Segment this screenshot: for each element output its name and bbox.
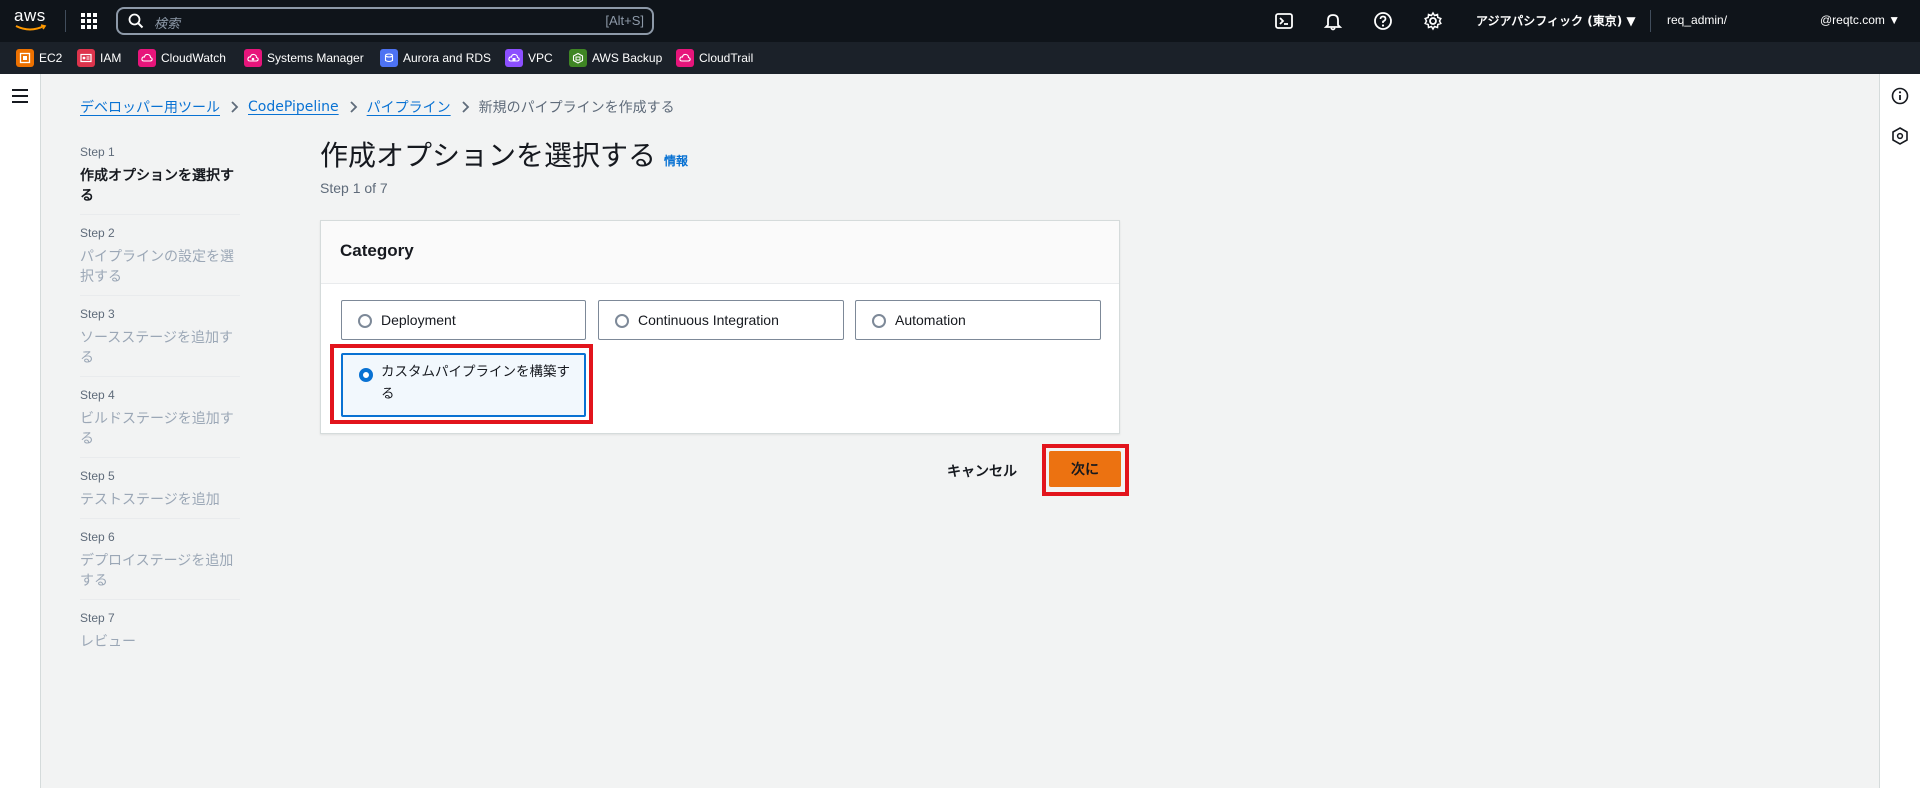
favorite-aws-backup[interactable]: AWS Backup — [569, 49, 662, 67]
aws-logo-text: aws — [14, 6, 46, 25]
user-menu[interactable]: req_admin/ — [1667, 13, 1727, 27]
wizard-step: Step 3 ソースステージを追加する — [80, 307, 240, 377]
help-icon[interactable] — [1373, 11, 1393, 31]
cloudtrail-icon — [676, 49, 694, 67]
tools-rail — [1879, 74, 1920, 788]
radio-button[interactable] — [615, 314, 629, 328]
option-label: Continuous Integration — [638, 312, 779, 328]
region-selector[interactable]: アジアパシフィック (東京) ▼ — [1476, 12, 1636, 29]
step-title: テストステージを追加 — [80, 492, 220, 508]
info-panel-icon[interactable] — [1891, 87, 1909, 105]
search-input[interactable]: 検索 — [154, 13, 180, 32]
step-title: デプロイステージを追加する — [80, 553, 234, 589]
favorite-vpc[interactable]: VPC — [505, 49, 553, 67]
wizard-step: Step 7 レビュー — [80, 611, 240, 660]
iam-icon — [77, 49, 95, 67]
favorites-bar: EC2 IAM CloudWatch Systems Manager Auror… — [0, 42, 1920, 74]
step-title: ソースステージを追加する — [80, 330, 234, 366]
hexagon-settings-icon[interactable] — [1892, 127, 1908, 145]
option-continuous-integration[interactable]: Continuous Integration — [598, 300, 844, 340]
aws-logo[interactable]: aws — [14, 6, 50, 34]
wizard-step: Step 6 デプロイステージを追加する — [80, 530, 240, 600]
wizard-steps: Step 1 作成オプションを選択する Step 2 パイプラインの設定を選択す… — [80, 145, 240, 671]
top-navigation: aws 検索 [Alt+S] アジアパシフィック (東京) ▼ req_admi… — [0, 0, 1920, 42]
vpc-icon — [505, 49, 523, 67]
option-deployment[interactable]: Deployment — [341, 300, 586, 340]
favorite-systems-manager[interactable]: Systems Manager — [244, 49, 364, 67]
favorite-label: IAM — [100, 51, 122, 65]
wizard-step: Step 4 ビルドステージを追加する — [80, 388, 240, 458]
info-link[interactable]: 情報 — [664, 152, 688, 169]
favorite-iam[interactable]: IAM — [77, 49, 121, 67]
breadcrumb-pipelines[interactable]: パイプライン — [367, 97, 451, 117]
step-number: Step 1 — [80, 145, 115, 159]
step-title: レビュー — [80, 634, 136, 650]
option-label: Automation — [895, 312, 966, 328]
step-number: Step 6 — [80, 530, 115, 544]
aws-smile-icon — [15, 24, 47, 31]
breadcrumb-current: 新規のパイプラインを作成する — [478, 100, 675, 116]
chevron-right-icon — [220, 101, 248, 113]
search-shortcut: [Alt+S] — [605, 13, 644, 28]
step-title: パイプラインの設定を選択する — [80, 249, 234, 285]
breadcrumb: デベロッパー用ツール CodePipeline パイプライン 新規のパイプライン… — [80, 97, 675, 117]
backup-icon — [569, 49, 587, 67]
favorite-label: AWS Backup — [592, 51, 663, 65]
radio-button[interactable] — [358, 314, 372, 328]
favorite-label: CloudWatch — [161, 51, 226, 65]
wizard-step: Step 1 作成オプションを選択する — [80, 145, 240, 215]
option-automation[interactable]: Automation — [855, 300, 1101, 340]
account-menu[interactable]: @reqtc.com ▼ — [1820, 13, 1900, 27]
favorite-cloudtrail[interactable]: CloudTrail — [676, 49, 753, 67]
step-title: 作成オプションを選択する — [80, 168, 234, 204]
ec2-icon — [16, 49, 34, 67]
favorite-label: VPC — [528, 51, 553, 65]
menu-icon[interactable] — [12, 89, 28, 103]
page-title: 作成オプションを選択する — [320, 139, 657, 172]
favorite-label: Aurora and RDS — [403, 51, 492, 65]
favorite-label: Systems Manager — [267, 51, 364, 65]
breadcrumb-codepipeline[interactable]: CodePipeline — [248, 99, 339, 115]
step-number: Step 5 — [80, 469, 115, 483]
topbar-divider — [1650, 10, 1651, 32]
favorite-label: EC2 — [39, 51, 63, 65]
next-button[interactable]: 次に — [1049, 451, 1121, 487]
bell-icon[interactable] — [1323, 11, 1343, 31]
container-title: Category — [340, 241, 414, 260]
chevron-right-icon — [451, 101, 479, 113]
search-box[interactable]: 検索 [Alt+S] — [116, 7, 654, 35]
systems-manager-icon — [244, 49, 262, 67]
services-menu-icon[interactable] — [81, 13, 97, 29]
radio-button[interactable] — [872, 314, 886, 328]
step-number: Step 4 — [80, 388, 115, 402]
step-title: ビルドステージを追加する — [80, 411, 234, 447]
gear-icon[interactable] — [1423, 11, 1443, 31]
container-header: Category — [321, 221, 1119, 284]
step-number: Step 3 — [80, 307, 115, 321]
rds-icon — [380, 49, 398, 67]
chevron-right-icon — [339, 101, 367, 113]
topbar-divider — [65, 10, 66, 32]
wizard-step: Step 5 テストステージを追加 — [80, 469, 240, 519]
search-icon — [128, 13, 144, 29]
highlight-box — [330, 344, 593, 424]
cloudshell-icon[interactable] — [1274, 11, 1294, 31]
step-number: Step 7 — [80, 611, 115, 625]
favorite-aurora-rds[interactable]: Aurora and RDS — [380, 49, 491, 67]
wizard-step: Step 2 パイプラインの設定を選択する — [80, 226, 240, 296]
side-navigation-rail — [0, 74, 41, 788]
breadcrumb-developer-tools[interactable]: デベロッパー用ツール — [80, 97, 220, 117]
step-progress: Step 1 of 7 — [320, 180, 388, 196]
favorite-ec2[interactable]: EC2 — [16, 49, 62, 67]
cancel-button[interactable]: キャンセル — [947, 461, 1017, 481]
cloudwatch-icon — [138, 49, 156, 67]
step-number: Step 2 — [80, 226, 115, 240]
option-label: Deployment — [381, 312, 456, 328]
favorite-label: CloudTrail — [699, 51, 754, 65]
favorite-cloudwatch[interactable]: CloudWatch — [138, 49, 226, 67]
